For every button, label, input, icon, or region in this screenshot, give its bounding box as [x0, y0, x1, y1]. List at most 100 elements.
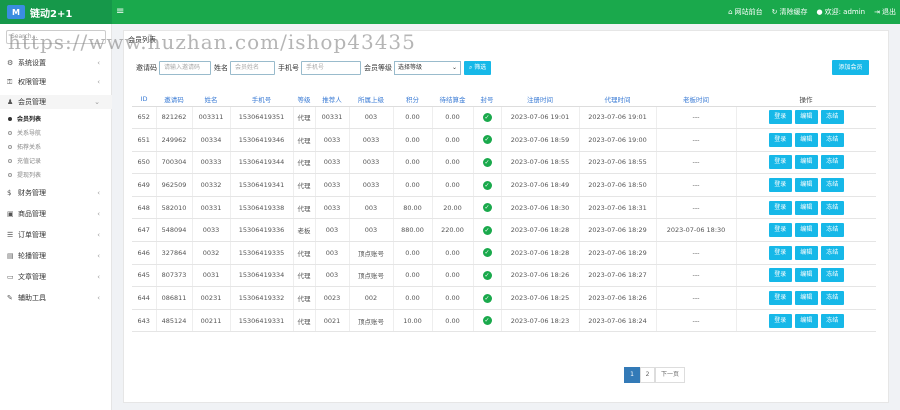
freeze-button[interactable]: 冻结	[820, 245, 844, 260]
freeze-button[interactable]: 冻结	[820, 291, 844, 306]
hamburger-icon[interactable]: ≡	[116, 6, 124, 17]
login-button[interactable]: 登录	[768, 155, 792, 170]
edit-button[interactable]: 编辑	[794, 313, 818, 328]
sidebar-item-member[interactable]: ♟ 会员管理 ⌄	[0, 95, 112, 109]
edit-button[interactable]: 编辑	[794, 155, 818, 170]
table-cell: ---	[656, 309, 737, 333]
freeze-button[interactable]: 冻结	[820, 268, 844, 283]
phone-input[interactable]: 手机号	[301, 61, 361, 75]
col-header[interactable]: 老板时间	[656, 92, 736, 107]
check-circle-icon[interactable]: ✓	[482, 180, 492, 190]
col-header[interactable]: 姓名	[192, 92, 230, 107]
invite-code-input[interactable]: 请输入邀请码	[159, 61, 211, 75]
check-circle-icon[interactable]: ✓	[482, 203, 492, 213]
edit-button[interactable]: 编辑	[794, 291, 818, 306]
login-button[interactable]: 登录	[768, 245, 792, 260]
edit-button[interactable]: 编辑	[794, 200, 818, 215]
check-circle-icon[interactable]: ✓	[482, 157, 492, 167]
col-header[interactable]: ID	[132, 92, 156, 107]
name-input[interactable]: 会员姓名	[230, 61, 275, 75]
col-header[interactable]: 推荐人	[315, 92, 349, 107]
edit-button[interactable]: 编辑	[794, 223, 818, 238]
login-button[interactable]: 登录	[768, 313, 792, 328]
check-circle-icon[interactable]: ✓	[482, 135, 492, 145]
freeze-button[interactable]: 冻结	[820, 200, 844, 215]
subitem-withdraw[interactable]: 提现列表	[0, 169, 112, 180]
check-circle-icon[interactable]: ✓	[482, 225, 492, 235]
table-cell: 0.00	[432, 286, 474, 310]
col-header[interactable]: 邀请码	[156, 92, 192, 107]
table-cell: 0032	[192, 241, 231, 265]
check-circle-icon[interactable]: ✓	[482, 112, 492, 122]
page-button[interactable]: 1	[624, 367, 640, 383]
table-cell: 0.00	[393, 241, 433, 265]
check-circle-icon[interactable]: ✓	[482, 270, 492, 280]
edit-button[interactable]: 编辑	[794, 110, 818, 125]
clear-cache-link[interactable]: ↻ 清除缓存	[772, 7, 808, 17]
home-icon: ⌂	[728, 8, 733, 16]
login-button[interactable]: 登录	[768, 110, 792, 125]
next-page-button[interactable]: 下一页	[655, 367, 685, 383]
edit-button[interactable]: 编辑	[794, 178, 818, 193]
col-header[interactable]: 待结算金	[432, 92, 473, 107]
login-button[interactable]: 登录	[768, 291, 792, 306]
subitem-referral[interactable]: 拓荐关系	[0, 141, 112, 152]
login-button[interactable]: 登录	[768, 223, 792, 238]
logout-link[interactable]: ⇥ 退出	[874, 7, 896, 17]
app-logo[interactable]: M 链动2+1	[0, 0, 112, 24]
freeze-button[interactable]: 冻结	[820, 313, 844, 328]
site-front-link[interactable]: ⌂ 网站前台	[728, 7, 762, 17]
table-row: 649 962509 00332 15306419341 代理 0033 0033 0.00 0…	[132, 173, 876, 197]
freeze-button[interactable]: 冻结	[820, 155, 844, 170]
col-header[interactable]: 代理时间	[579, 92, 656, 107]
login-button[interactable]: 登录	[768, 132, 792, 147]
col-header[interactable]: 所属上级	[349, 92, 393, 107]
level-select[interactable]: 选择等级 ⌄	[394, 61, 461, 75]
check-circle-icon[interactable]: ✓	[482, 316, 492, 326]
subitem-member-list[interactable]: 会员列表	[0, 113, 112, 124]
sidebar-item-goods[interactable]: ▣ 商品管理 ‹	[0, 207, 112, 221]
user-menu[interactable]: ● 欢迎: admin	[816, 7, 865, 17]
sidebar-item-tools[interactable]: ✎ 辅助工具 ‹	[0, 291, 112, 305]
sidebar-item-carousel[interactable]: ▤ 轮播管理 ‹	[0, 249, 112, 263]
login-button[interactable]: 登录	[768, 200, 792, 215]
invite-label: 邀请码	[136, 64, 157, 72]
page-button[interactable]: 2	[640, 367, 655, 383]
check-circle-icon[interactable]: ✓	[482, 293, 492, 303]
table-cell: 2023-07-06 18:50	[579, 173, 657, 197]
table-cell: 485124	[156, 309, 193, 333]
edit-button[interactable]: 编辑	[794, 132, 818, 147]
check-circle-icon[interactable]: ✓	[482, 248, 492, 258]
login-button[interactable]: 登录	[768, 268, 792, 283]
edit-button[interactable]: 编辑	[794, 245, 818, 260]
table-cell: 2023-07-06 18:23	[501, 309, 580, 333]
sidebar-item-permission[interactable]: ⚿ 权限管理 ‹	[0, 75, 112, 89]
edit-button[interactable]: 编辑	[794, 268, 818, 283]
sidebar-item-finance[interactable]: $ 财务管理 ‹	[0, 186, 112, 200]
table-cell: 15306419346	[230, 128, 294, 152]
sidebar-item-articles[interactable]: ▭ 文章管理 ‹	[0, 270, 112, 284]
freeze-button[interactable]: 冻结	[820, 110, 844, 125]
filter-button[interactable]: ⌕ 筛选	[464, 61, 492, 75]
freeze-button[interactable]: 冻结	[820, 132, 844, 147]
table-cell: ---	[656, 151, 737, 175]
header-links: ⌂ 网站前台 ↻ 清除缓存 ● 欢迎: admin ⇥ 退出	[728, 0, 896, 24]
col-header[interactable]: 手机号	[230, 92, 293, 107]
col-header[interactable]: 注册时间	[501, 92, 579, 107]
col-header[interactable]: 等级	[293, 92, 315, 107]
table-cell: 249962	[156, 128, 193, 152]
freeze-button[interactable]: 冻结	[820, 223, 844, 238]
sidebar-item-system[interactable]: ⚙ 系统设置 ‹	[0, 56, 112, 70]
sidebar-search-input[interactable]: Search...	[6, 30, 106, 44]
col-header[interactable]: 积分	[393, 92, 432, 107]
sidebar-item-orders[interactable]: ☰ 订单管理 ‹	[0, 228, 112, 242]
subitem-recharge[interactable]: 充值记录	[0, 155, 112, 166]
top-navbar: M 链动2+1 ≡ ⌂ 网站前台 ↻ 清除缓存 ● 欢迎: admin ⇥ 退出	[0, 0, 900, 24]
table-cell: 2023-07-06 18:29	[579, 241, 657, 265]
status-cell: ✓	[473, 151, 502, 175]
freeze-button[interactable]: 冻结	[820, 178, 844, 193]
login-button[interactable]: 登录	[768, 178, 792, 193]
subitem-relation-nav[interactable]: 关系导航	[0, 127, 112, 138]
add-member-button[interactable]: 添加会员	[832, 60, 869, 75]
col-header[interactable]: 封号	[473, 92, 501, 107]
